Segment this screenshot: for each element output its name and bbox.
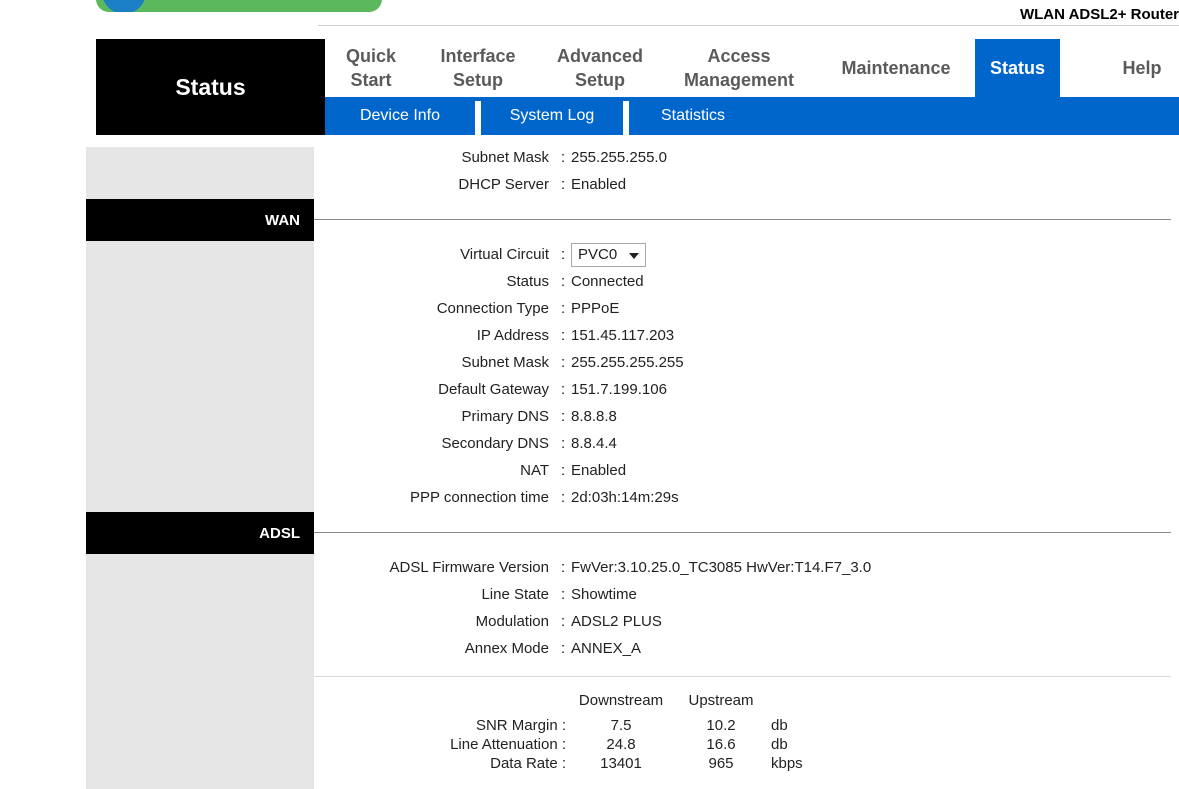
stats-upstream: 10.2 bbox=[706, 717, 736, 734]
stats-downstream: 7.5 bbox=[610, 717, 632, 734]
subnav-device-info[interactable]: Device Info bbox=[325, 97, 475, 135]
row-label: DHCP Server bbox=[458, 176, 549, 193]
nav-status[interactable]: Status bbox=[975, 39, 1060, 97]
row-value: PPPoE bbox=[571, 300, 620, 317]
nav-label: Advanced Setup bbox=[556, 46, 644, 90]
row-label: Annex Mode bbox=[464, 640, 549, 657]
nav-interface-setup[interactable]: Interface Setup bbox=[417, 39, 539, 97]
row-label: Subnet Mask bbox=[461, 354, 549, 371]
row-value: 255.255.255.0 bbox=[571, 149, 667, 166]
nav-quick-start[interactable]: Quick Start bbox=[325, 39, 417, 97]
row-label: Status bbox=[506, 273, 549, 290]
chevron-down-icon bbox=[629, 253, 639, 259]
header-divider bbox=[318, 25, 1179, 26]
subnav-statistics[interactable]: Statistics bbox=[629, 97, 757, 135]
stats-downstream: 13401 bbox=[600, 755, 642, 772]
product-name: WLAN ADSL2+ Router bbox=[1019, 6, 1179, 23]
row-label: Modulation bbox=[475, 613, 549, 630]
info-row: ADSL Firmware Version : FwVer:3.10.25.0_… bbox=[314, 557, 1171, 579]
stats-row: SNR Margin : 7.5 10.2 db bbox=[314, 716, 1171, 735]
sub-nav: Device Info System Log Statistics bbox=[325, 97, 1179, 135]
stats-label: Line Attenuation : bbox=[450, 736, 566, 753]
row-label: NAT bbox=[520, 462, 549, 479]
section-divider bbox=[314, 219, 1171, 220]
row-label: ADSL Firmware Version bbox=[389, 559, 550, 576]
select-value: PVC0 bbox=[578, 246, 618, 263]
stats-row: Data Rate : 13401 965 kbps bbox=[314, 754, 1171, 773]
row-value: ADSL2 PLUS bbox=[571, 613, 662, 630]
nav-label: Quick Start bbox=[345, 46, 397, 90]
row-value: 2d:03h:14m:29s bbox=[571, 489, 679, 506]
info-row: IP Address : 151.45.117.203 bbox=[314, 325, 1171, 347]
info-row: Default Gateway : 151.7.199.106 bbox=[314, 379, 1171, 401]
nav-label: Maintenance bbox=[841, 58, 951, 78]
stats-upstream: 16.6 bbox=[706, 736, 736, 753]
stats-unit: kbps bbox=[771, 755, 803, 772]
subnav-system-log[interactable]: System Log bbox=[481, 97, 623, 135]
nav-access-management[interactable]: Access Management bbox=[661, 39, 817, 97]
main-nav: Quick Start Interface Setup Advanced Set… bbox=[325, 39, 1179, 97]
stats-row: Line Attenuation : 24.8 16.6 db bbox=[314, 735, 1171, 754]
nav-maintenance[interactable]: Maintenance bbox=[817, 39, 975, 97]
nav-label: Status bbox=[989, 58, 1045, 78]
row-label: IP Address bbox=[476, 327, 549, 344]
info-row: Modulation : ADSL2 PLUS bbox=[314, 611, 1171, 633]
stats-upstream: 965 bbox=[708, 755, 734, 772]
section-label-wan: WAN bbox=[86, 199, 314, 241]
nav-help[interactable]: Help bbox=[1105, 39, 1179, 97]
stats-header-downstream: Downstream bbox=[578, 692, 664, 709]
row-value: 8.8.4.4 bbox=[571, 435, 617, 452]
row-value: Enabled bbox=[571, 176, 627, 193]
row-value: Connected bbox=[571, 273, 644, 290]
info-row: Line State : Showtime bbox=[314, 584, 1171, 606]
row-label: Line State bbox=[481, 586, 549, 603]
row-value: Showtime bbox=[571, 586, 637, 603]
brand-logo bbox=[96, 0, 382, 12]
nav-label: Help bbox=[1122, 58, 1162, 78]
stats-label: SNR Margin : bbox=[475, 717, 566, 734]
stats-unit: db bbox=[771, 736, 788, 753]
info-row: Status : Connected bbox=[314, 271, 1171, 293]
stats-downstream: 24.8 bbox=[606, 736, 636, 753]
stats-header-upstream: Upstream bbox=[688, 692, 754, 709]
info-row: Virtual Circuit : bbox=[314, 244, 1171, 266]
row-value: 151.7.199.106 bbox=[571, 381, 667, 398]
row-label: Primary DNS bbox=[461, 408, 549, 425]
info-row: Subnet Mask : 255.255.255.255 bbox=[314, 352, 1171, 374]
section-divider bbox=[314, 532, 1171, 533]
stats-label: Data Rate : bbox=[490, 755, 566, 772]
stats-divider bbox=[314, 676, 1171, 677]
left-column bbox=[86, 147, 314, 789]
info-row: Primary DNS : 8.8.8.8 bbox=[314, 406, 1171, 428]
info-row: Annex Mode : ANNEX_A bbox=[314, 638, 1171, 660]
section-label-adsl: ADSL bbox=[86, 512, 314, 554]
row-label: Subnet Mask bbox=[461, 149, 549, 166]
info-row: Subnet Mask : 255.255.255.0 bbox=[314, 147, 1171, 169]
info-row: Connection Type : PPPoE bbox=[314, 298, 1171, 320]
info-row: PPP connection time : 2d:03h:14m:29s bbox=[314, 487, 1171, 509]
virtual-circuit-select[interactable]: PVC0 bbox=[571, 243, 646, 267]
row-value: 255.255.255.255 bbox=[571, 354, 684, 371]
stats-unit: db bbox=[771, 717, 788, 734]
nav-advanced-setup[interactable]: Advanced Setup bbox=[539, 39, 661, 97]
nav-label: Access Management bbox=[683, 46, 795, 90]
row-label: PPP connection time bbox=[410, 489, 549, 506]
row-label: Virtual Circuit bbox=[460, 246, 549, 263]
row-value: Enabled bbox=[571, 462, 627, 479]
row-value: 151.45.117.203 bbox=[571, 327, 675, 344]
info-row: Secondary DNS : 8.8.4.4 bbox=[314, 433, 1171, 455]
row-label: Default Gateway bbox=[438, 381, 549, 398]
row-value: ANNEX_A bbox=[571, 640, 642, 657]
info-row: DHCP Server : Enabled bbox=[314, 174, 1171, 196]
row-label: Secondary DNS bbox=[441, 435, 549, 452]
row-label: Connection Type bbox=[436, 300, 549, 317]
row-value: 8.8.8.8 bbox=[571, 408, 617, 425]
section-title: Status bbox=[96, 39, 325, 135]
info-row: NAT : Enabled bbox=[314, 460, 1171, 482]
row-value: FwVer:3.10.25.0_TC3085 HwVer:T14.F7_3.0 bbox=[571, 559, 872, 576]
nav-label: Interface Setup bbox=[440, 46, 516, 90]
